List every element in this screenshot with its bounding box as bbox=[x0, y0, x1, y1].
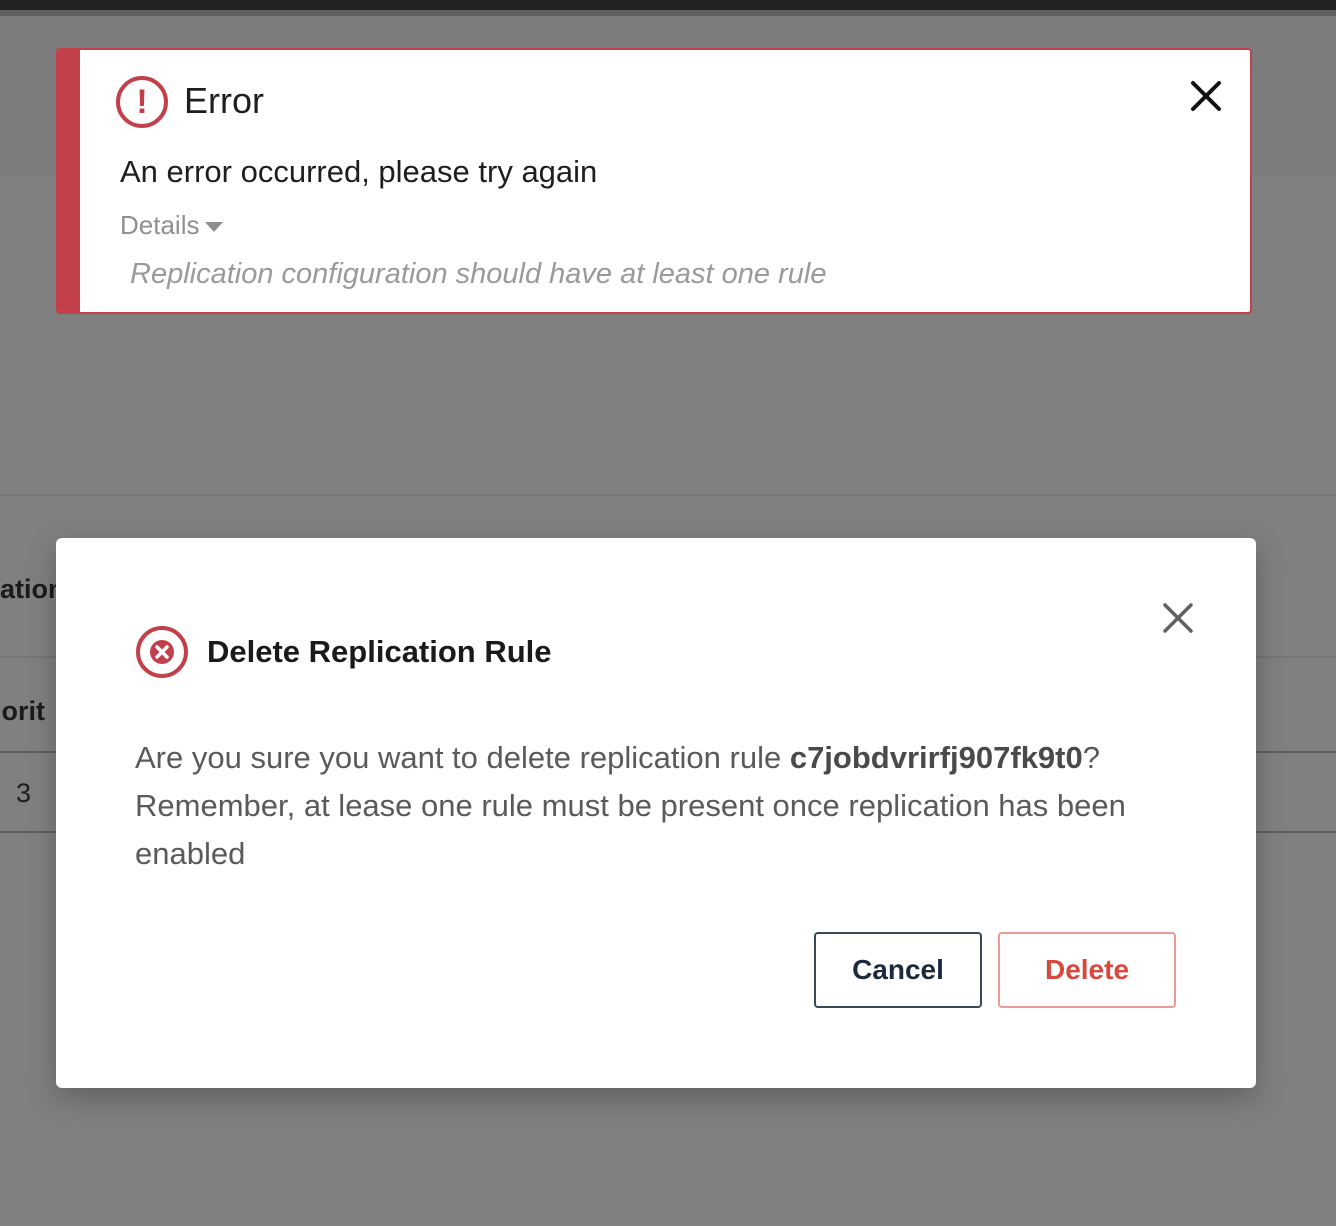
window-top-bar bbox=[0, 0, 1336, 10]
delete-replication-rule-modal: Delete Replication Rule Are you sure you… bbox=[56, 538, 1256, 1088]
background-subheader: iorit bbox=[0, 696, 45, 726]
background-subheader-clip: iorit bbox=[0, 694, 56, 734]
exclamation-circle-icon: ! bbox=[116, 76, 168, 128]
background-divider bbox=[0, 494, 1336, 496]
close-icon[interactable] bbox=[1188, 78, 1224, 114]
modal-title: Delete Replication Rule bbox=[207, 634, 552, 669]
toast-detail-text: Replication configuration should have at… bbox=[130, 258, 827, 290]
x-circle-icon bbox=[136, 626, 188, 678]
rule-id: c7jobdvrirfj907fk9t0 bbox=[789, 740, 1083, 775]
details-toggle[interactable]: Details bbox=[120, 210, 224, 241]
caret-down-icon bbox=[205, 221, 224, 232]
close-icon[interactable] bbox=[1160, 600, 1196, 636]
background-row-value: 3 bbox=[16, 778, 32, 808]
modal-body-prefix: Are you sure you want to delete replicat… bbox=[135, 740, 790, 775]
background-column-header: ation bbox=[0, 574, 56, 604]
delete-button[interactable]: Delete bbox=[998, 932, 1176, 1008]
modal-body-line2: Remember, at lease one rule must be pres… bbox=[135, 788, 1126, 871]
modal-body-suffix: ? bbox=[1082, 740, 1100, 775]
background-column-header-clip: ation bbox=[0, 572, 56, 612]
cancel-button[interactable]: Cancel bbox=[814, 932, 982, 1008]
details-label: Details bbox=[120, 210, 200, 240]
toast-accent-bar bbox=[58, 50, 80, 312]
modal-body: Are you sure you want to delete replicat… bbox=[135, 734, 1145, 878]
error-toast: ! Error An error occurred, please try ag… bbox=[56, 48, 1252, 314]
toast-message: An error occurred, please try again bbox=[120, 154, 598, 189]
toast-title: Error bbox=[184, 80, 264, 121]
